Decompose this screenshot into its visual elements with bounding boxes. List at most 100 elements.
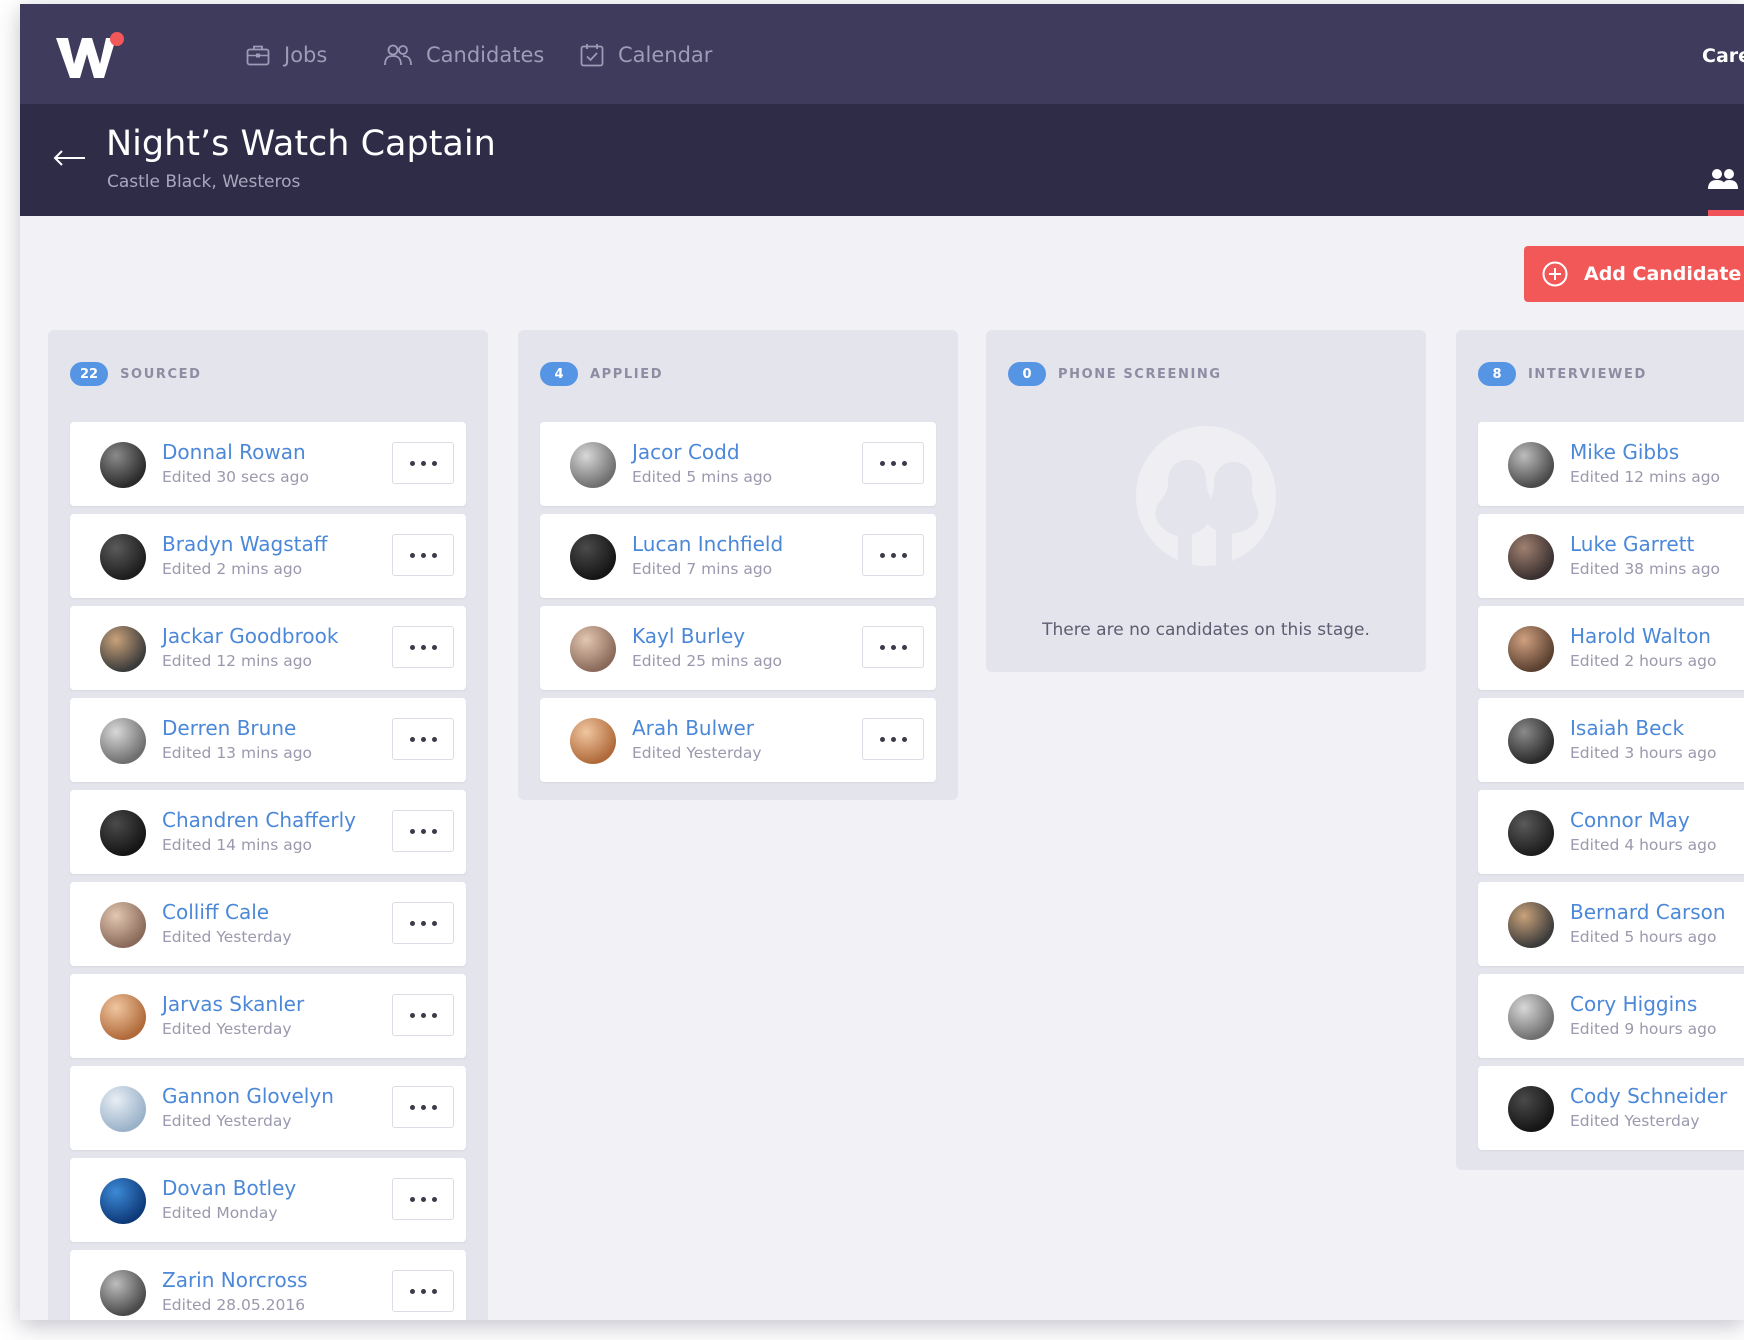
stage-header: 8 INTERVIEWED	[1478, 362, 1647, 386]
candidate-name[interactable]: Jackar Goodbrook	[162, 624, 338, 648]
more-options-button[interactable]	[392, 994, 454, 1036]
avatar[interactable]	[570, 718, 616, 764]
candidate-edited-time: Edited Monday	[162, 1204, 278, 1222]
avatar[interactable]	[1508, 994, 1554, 1040]
candidate-card[interactable]: Jacor Codd Edited 5 mins ago	[540, 422, 936, 506]
candidate-card[interactable]: Donnal Rowan Edited 30 secs ago	[70, 422, 466, 506]
team-icon[interactable]	[1708, 168, 1738, 190]
more-options-button[interactable]	[392, 534, 454, 576]
candidate-name[interactable]: Jarvas Skanler	[162, 992, 304, 1016]
candidate-name[interactable]: Colliff Cale	[162, 900, 269, 924]
candidate-name[interactable]: Cody Schneider	[1570, 1084, 1727, 1108]
candidate-name[interactable]: Chandren Chafferly	[162, 808, 356, 832]
candidate-name[interactable]: Bradyn Wagstaff	[162, 532, 328, 556]
avatar[interactable]	[100, 902, 146, 948]
candidate-name[interactable]: Cory Higgins	[1570, 992, 1697, 1016]
avatar[interactable]	[1508, 534, 1554, 580]
candidate-card[interactable]: Colliff Cale Edited Yesterday	[70, 882, 466, 966]
candidate-card[interactable]: Lucan Inchfield Edited 7 mins ago	[540, 514, 936, 598]
nav-calendar[interactable]: Calendar	[580, 40, 712, 70]
candidate-card[interactable]: Zarin Norcross Edited 28.05.2016	[70, 1250, 466, 1320]
more-options-button[interactable]	[392, 902, 454, 944]
stage-name: SOURCED	[120, 366, 202, 382]
candidate-edited-time: Edited 5 mins ago	[632, 468, 773, 486]
more-options-button[interactable]	[392, 1178, 454, 1220]
candidate-name[interactable]: Lucan Inchfield	[632, 532, 783, 556]
avatar[interactable]	[570, 534, 616, 580]
candidate-name[interactable]: Connor May	[1570, 808, 1690, 832]
add-candidate-button[interactable]: Add Candidate	[1524, 246, 1744, 302]
avatar[interactable]	[100, 718, 146, 764]
back-arrow-icon[interactable]	[52, 148, 86, 168]
candidate-card[interactable]: Isaiah Beck Edited 3 hours ago	[1478, 698, 1744, 782]
avatar[interactable]	[100, 534, 146, 580]
candidate-card[interactable]: Bernard Carson Edited 5 hours ago	[1478, 882, 1744, 966]
more-dots-icon	[409, 460, 437, 466]
avatar[interactable]	[1508, 442, 1554, 488]
candidate-card[interactable]: Dovan Botley Edited Monday	[70, 1158, 466, 1242]
candidate-edited-time: Edited 13 mins ago	[162, 744, 313, 762]
avatar[interactable]	[100, 626, 146, 672]
nav-jobs[interactable]: Jobs	[246, 40, 327, 70]
candidate-card[interactable]: Jackar Goodbrook Edited 12 mins ago	[70, 606, 466, 690]
more-options-button[interactable]	[392, 442, 454, 484]
avatar[interactable]	[1508, 626, 1554, 672]
candidate-name[interactable]: Jacor Codd	[632, 440, 740, 464]
candidate-name[interactable]: Arah Bulwer	[632, 716, 754, 740]
avatar[interactable]	[1508, 718, 1554, 764]
candidate-card[interactable]: Gannon Glovelyn Edited Yesterday	[70, 1066, 466, 1150]
candidate-name[interactable]: Luke Garrett	[1570, 532, 1694, 556]
candidate-card[interactable]: Kayl Burley Edited 25 mins ago	[540, 606, 936, 690]
candidate-card[interactable]: Luke Garrett Edited 38 mins ago	[1478, 514, 1744, 598]
candidate-name[interactable]: Harold Walton	[1570, 624, 1711, 648]
candidate-name[interactable]: Mike Gibbs	[1570, 440, 1679, 464]
candidate-card[interactable]: Harold Walton Edited 2 hours ago	[1478, 606, 1744, 690]
candidate-name[interactable]: Derren Brune	[162, 716, 296, 740]
avatar[interactable]	[1508, 1086, 1554, 1132]
candidate-name[interactable]: Isaiah Beck	[1570, 716, 1684, 740]
candidate-card[interactable]: Connor May Edited 4 hours ago	[1478, 790, 1744, 874]
more-options-button[interactable]	[862, 534, 924, 576]
candidate-card[interactable]: Bradyn Wagstaff Edited 2 mins ago	[70, 514, 466, 598]
candidate-card[interactable]: Derren Brune Edited 13 mins ago	[70, 698, 466, 782]
candidate-name[interactable]: Donnal Rowan	[162, 440, 306, 464]
more-options-button[interactable]	[862, 718, 924, 760]
candidate-card[interactable]: Mike Gibbs Edited 12 mins ago	[1478, 422, 1744, 506]
avatar[interactable]	[100, 442, 146, 488]
avatar[interactable]	[570, 626, 616, 672]
avatar[interactable]	[100, 1270, 146, 1316]
more-options-button[interactable]	[392, 626, 454, 668]
avatar[interactable]	[100, 1178, 146, 1224]
more-options-button[interactable]	[862, 442, 924, 484]
avatar[interactable]	[100, 994, 146, 1040]
candidate-card[interactable]: Cory Higgins Edited 9 hours ago	[1478, 974, 1744, 1058]
candidate-name[interactable]: Gannon Glovelyn	[162, 1084, 334, 1108]
nav-candidates[interactable]: Candidates	[384, 40, 544, 70]
more-options-button[interactable]	[392, 1086, 454, 1128]
avatar[interactable]	[100, 810, 146, 856]
candidate-card[interactable]: Arah Bulwer Edited Yesterday	[540, 698, 936, 782]
avatar[interactable]	[100, 1086, 146, 1132]
nav-careers-link[interactable]: Care	[1702, 45, 1744, 67]
candidate-card[interactable]: Chandren Chafferly Edited 14 mins ago	[70, 790, 466, 874]
briefcase-icon	[246, 45, 270, 66]
more-options-button[interactable]	[392, 810, 454, 852]
more-options-button[interactable]	[392, 718, 454, 760]
candidate-name[interactable]: Bernard Carson	[1570, 900, 1726, 924]
workable-logo[interactable]	[54, 32, 126, 82]
candidate-card[interactable]: Cody Schneider Edited Yesterday	[1478, 1066, 1744, 1150]
candidate-name[interactable]: Zarin Norcross	[162, 1268, 308, 1292]
job-location: Castle Black, Westeros	[107, 172, 301, 192]
candidate-name[interactable]: Dovan Botley	[162, 1176, 296, 1200]
avatar[interactable]	[1508, 902, 1554, 948]
avatar[interactable]	[570, 442, 616, 488]
candidate-name[interactable]: Kayl Burley	[632, 624, 745, 648]
more-dots-icon	[879, 552, 907, 558]
stage-count-badge: 8	[1478, 362, 1516, 386]
stage-header: 0 PHONE SCREENING	[1008, 362, 1222, 386]
candidate-card[interactable]: Jarvas Skanler Edited Yesterday	[70, 974, 466, 1058]
more-options-button[interactable]	[392, 1270, 454, 1312]
avatar[interactable]	[1508, 810, 1554, 856]
candidate-edited-time: Edited 25 mins ago	[632, 652, 783, 670]
more-options-button[interactable]	[862, 626, 924, 668]
